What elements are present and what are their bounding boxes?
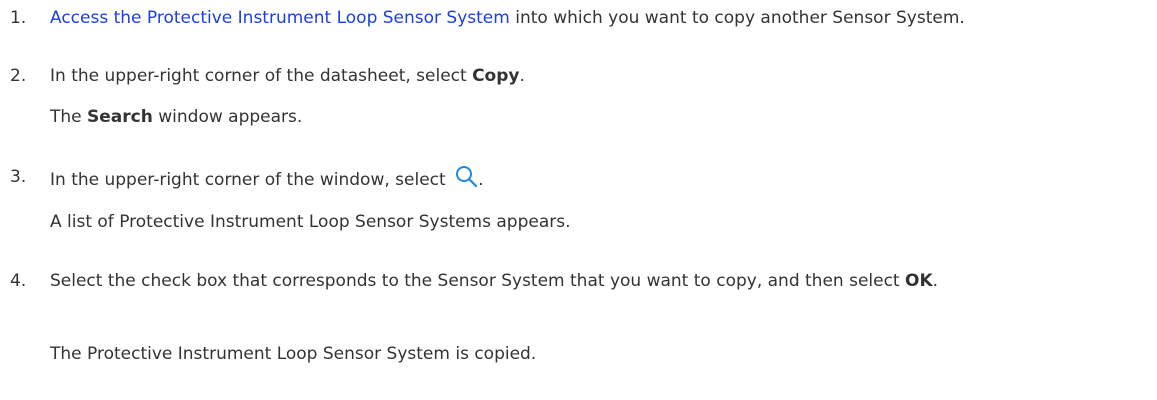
step-3-text: In the upper-right corner of the window,… bbox=[50, 164, 1150, 194]
step-2-result: The Search window appears. bbox=[50, 104, 1150, 131]
step-4-result: The Protective Instrument Loop Sensor Sy… bbox=[50, 341, 1150, 368]
copy-label: Copy bbox=[472, 66, 520, 86]
access-sensor-system-link[interactable]: Access the Protective Instrument Loop Se… bbox=[50, 8, 510, 28]
step-4: 4. Select the check box that corresponds… bbox=[0, 268, 1157, 295]
ok-label: OK bbox=[905, 271, 933, 291]
procedure-document: 1. Access the Protective Instrument Loop… bbox=[0, 0, 1157, 400]
step-2-result-before: The bbox=[50, 107, 88, 127]
step-1: 1. Access the Protective Instrument Loop… bbox=[0, 5, 1157, 32]
step-2-result-after: window appears. bbox=[152, 107, 303, 127]
step-2: 2. In the upper-right corner of the data… bbox=[0, 63, 1157, 90]
step-3-result-text: A list of Protective Instrument Loop Sen… bbox=[50, 212, 571, 232]
step-1-number: 1. bbox=[10, 8, 27, 28]
step-4-result-text: The Protective Instrument Loop Sensor Sy… bbox=[50, 344, 537, 364]
step-2-text-before: In the upper-right corner of the datashe… bbox=[50, 66, 473, 86]
step-4-text-before: Select the check box that corresponds to… bbox=[50, 271, 906, 291]
step-3-text-before: In the upper-right corner of the window,… bbox=[50, 170, 452, 190]
step-4-text-after: . bbox=[932, 271, 939, 291]
step-1-text-after: into which you want to copy another Sens… bbox=[509, 8, 965, 28]
search-icon bbox=[454, 164, 478, 188]
step-3-number: 3. bbox=[10, 167, 27, 187]
step-2-text: In the upper-right corner of the datashe… bbox=[50, 63, 1150, 90]
step-2-text-after: . bbox=[519, 66, 525, 86]
step-3-text-after: . bbox=[478, 170, 484, 190]
step-4-text: Select the check box that corresponds to… bbox=[50, 268, 1150, 295]
step-3: 3. In the upper-right corner of the wind… bbox=[0, 164, 1157, 194]
step-2-number: 2. bbox=[10, 66, 27, 86]
step-3-result: A list of Protective Instrument Loop Sen… bbox=[50, 209, 1150, 236]
step-1-text: Access the Protective Instrument Loop Se… bbox=[50, 5, 1150, 32]
search-label: Search bbox=[87, 107, 153, 127]
step-4-number: 4. bbox=[10, 271, 27, 291]
